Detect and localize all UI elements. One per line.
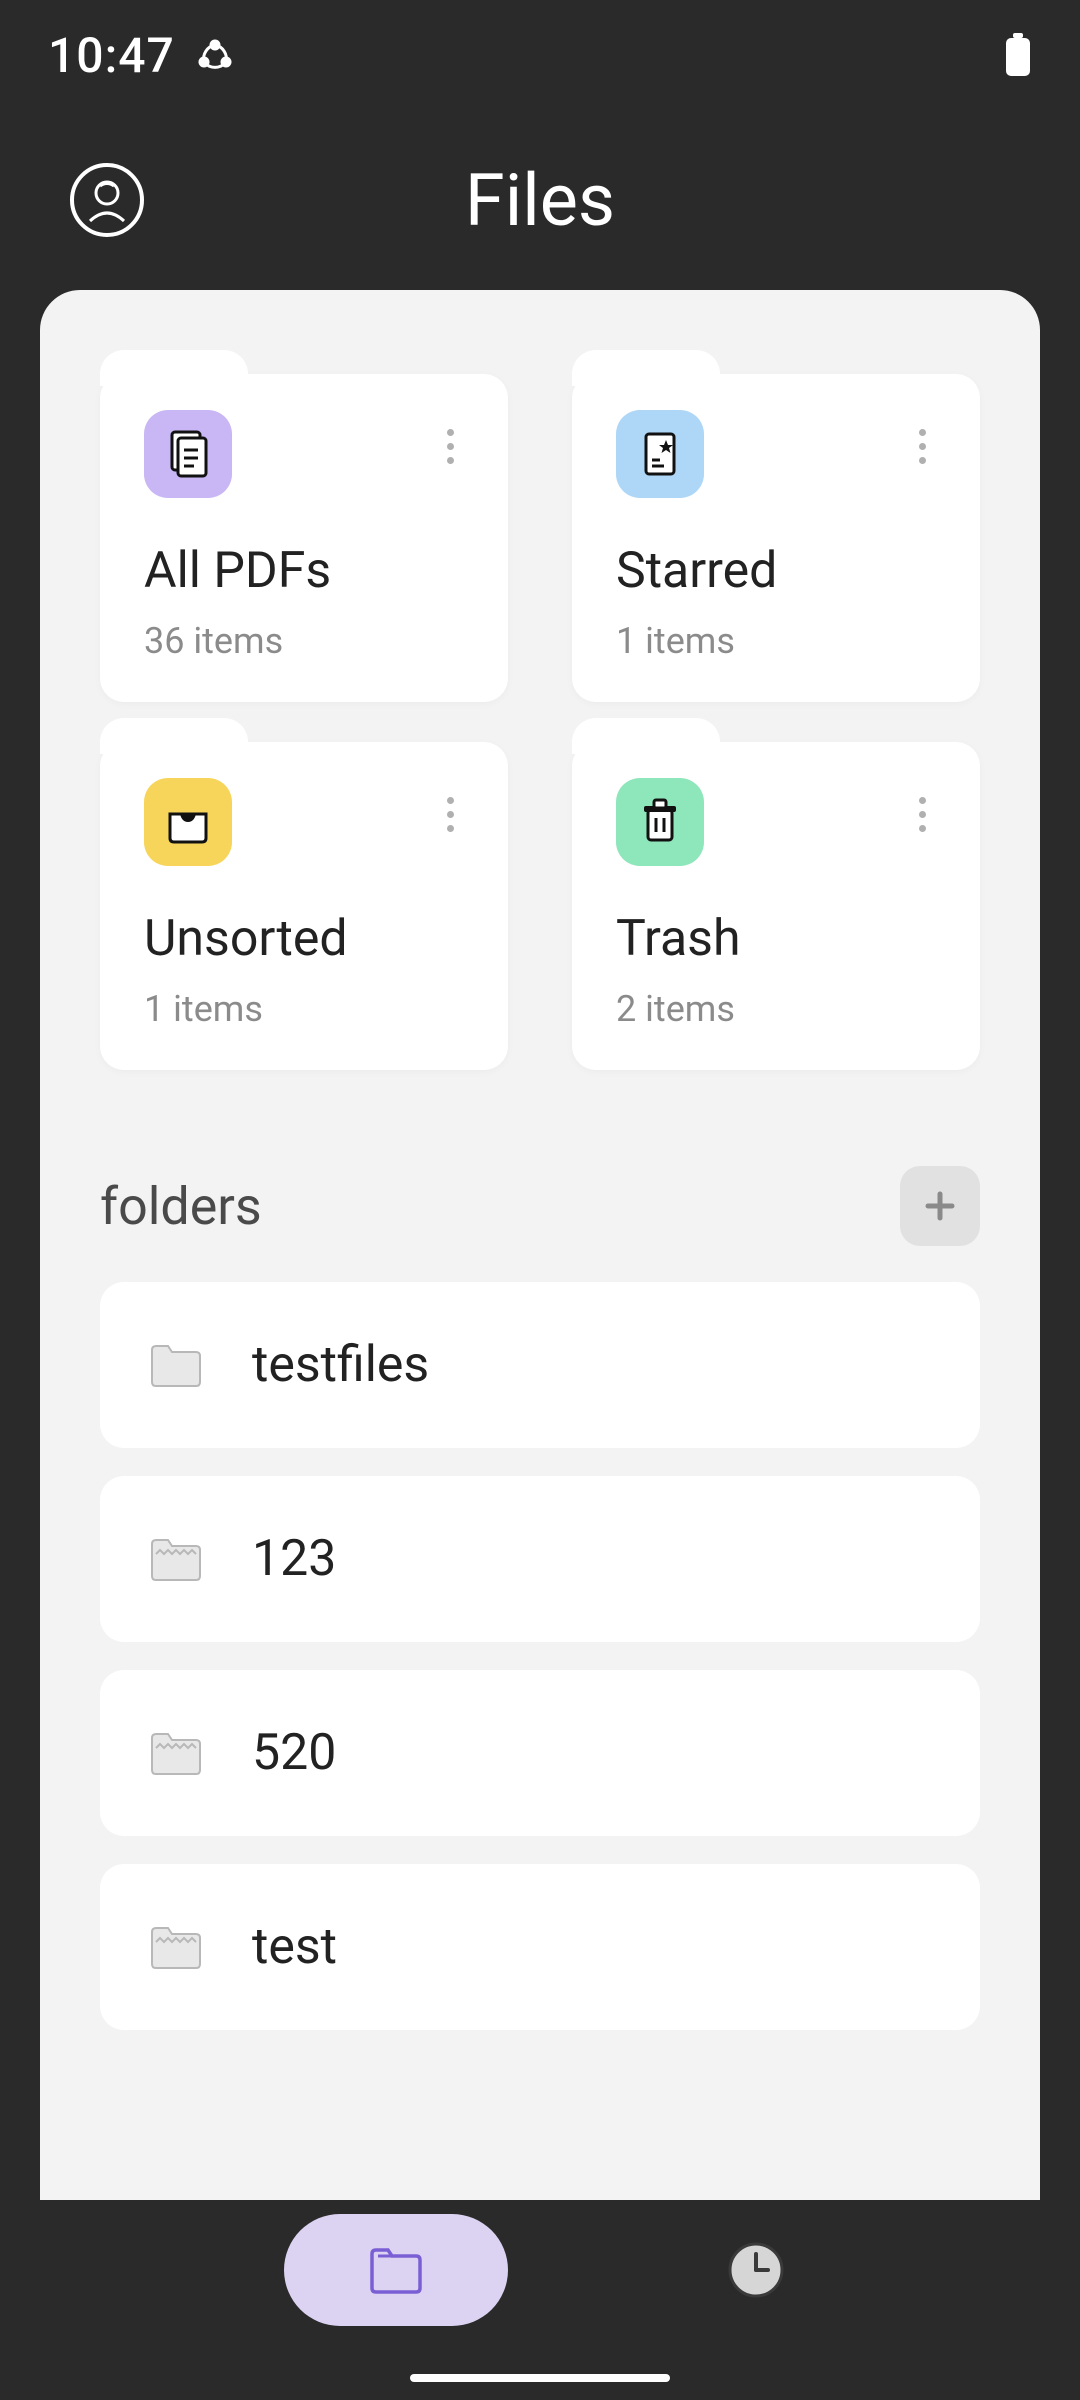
- nav-files-button[interactable]: [284, 2214, 508, 2326]
- card-starred[interactable]: Starred 1 items: [572, 374, 980, 702]
- card-count: 2 items: [616, 988, 936, 1030]
- folder-item-test[interactable]: test: [100, 1864, 980, 2030]
- card-title: Unsorted: [144, 910, 464, 968]
- status-bar: 10:47: [0, 0, 1080, 110]
- clock-icon: [726, 2240, 786, 2300]
- dots-icon: [919, 429, 926, 464]
- folder-item-testfiles[interactable]: testfiles: [100, 1282, 980, 1448]
- dots-icon: [447, 797, 454, 832]
- card-tab: [572, 718, 720, 754]
- card-count: 1 items: [616, 620, 936, 662]
- card-title: All PDFs: [144, 542, 464, 600]
- status-left: 10:47: [48, 27, 235, 84]
- dots-icon: [447, 429, 454, 464]
- card-tab: [100, 350, 248, 386]
- star-document-icon: [616, 410, 704, 498]
- card-title: Trash: [616, 910, 936, 968]
- folders-header: folders: [100, 1166, 980, 1246]
- dots-icon: [919, 797, 926, 832]
- battery-icon: [1004, 33, 1032, 77]
- sync-icon: [195, 35, 235, 75]
- card-unsorted[interactable]: Unsorted 1 items: [100, 742, 508, 1070]
- folder-icon: [148, 1536, 204, 1582]
- status-time: 10:47: [48, 27, 175, 84]
- home-indicator[interactable]: [410, 2374, 670, 2382]
- card-all-pdfs[interactable]: All PDFs 36 items: [100, 374, 508, 702]
- bottom-nav: [0, 2210, 1080, 2330]
- trash-icon: [616, 778, 704, 866]
- folders-title: folders: [100, 1176, 262, 1237]
- folder-item-123[interactable]: 123: [100, 1476, 980, 1642]
- folder-name: 520: [252, 1724, 336, 1782]
- folder-icon: [148, 1924, 204, 1970]
- nav-recent-button[interactable]: [716, 2230, 796, 2310]
- add-folder-button[interactable]: [900, 1166, 980, 1246]
- folder-nav-icon: [366, 2244, 426, 2296]
- card-title: Starred: [616, 542, 936, 600]
- folder-item-520[interactable]: 520: [100, 1670, 980, 1836]
- main-content: All PDFs 36 items Starred 1 items: [40, 290, 1040, 2200]
- card-trash[interactable]: Trash 2 items: [572, 742, 980, 1070]
- category-cards: All PDFs 36 items Starred 1 items: [100, 374, 980, 1070]
- card-count: 1 items: [144, 988, 464, 1030]
- documents-icon: [144, 410, 232, 498]
- folder-icon: [148, 1342, 204, 1388]
- card-menu-button[interactable]: [900, 424, 944, 468]
- card-tab: [572, 350, 720, 386]
- plus-icon: [920, 1186, 960, 1226]
- folder-name: test: [252, 1918, 337, 1976]
- page-title: Files: [465, 158, 615, 243]
- card-menu-button[interactable]: [428, 424, 472, 468]
- app-header: Files: [0, 110, 1080, 290]
- card-count: 36 items: [144, 620, 464, 662]
- card-menu-button[interactable]: [900, 792, 944, 836]
- inbox-icon: [144, 778, 232, 866]
- avatar[interactable]: [70, 163, 144, 237]
- folder-icon: [148, 1730, 204, 1776]
- card-menu-button[interactable]: [428, 792, 472, 836]
- folder-name: testfiles: [252, 1336, 429, 1394]
- folder-name: 123: [252, 1530, 336, 1588]
- card-tab: [100, 718, 248, 754]
